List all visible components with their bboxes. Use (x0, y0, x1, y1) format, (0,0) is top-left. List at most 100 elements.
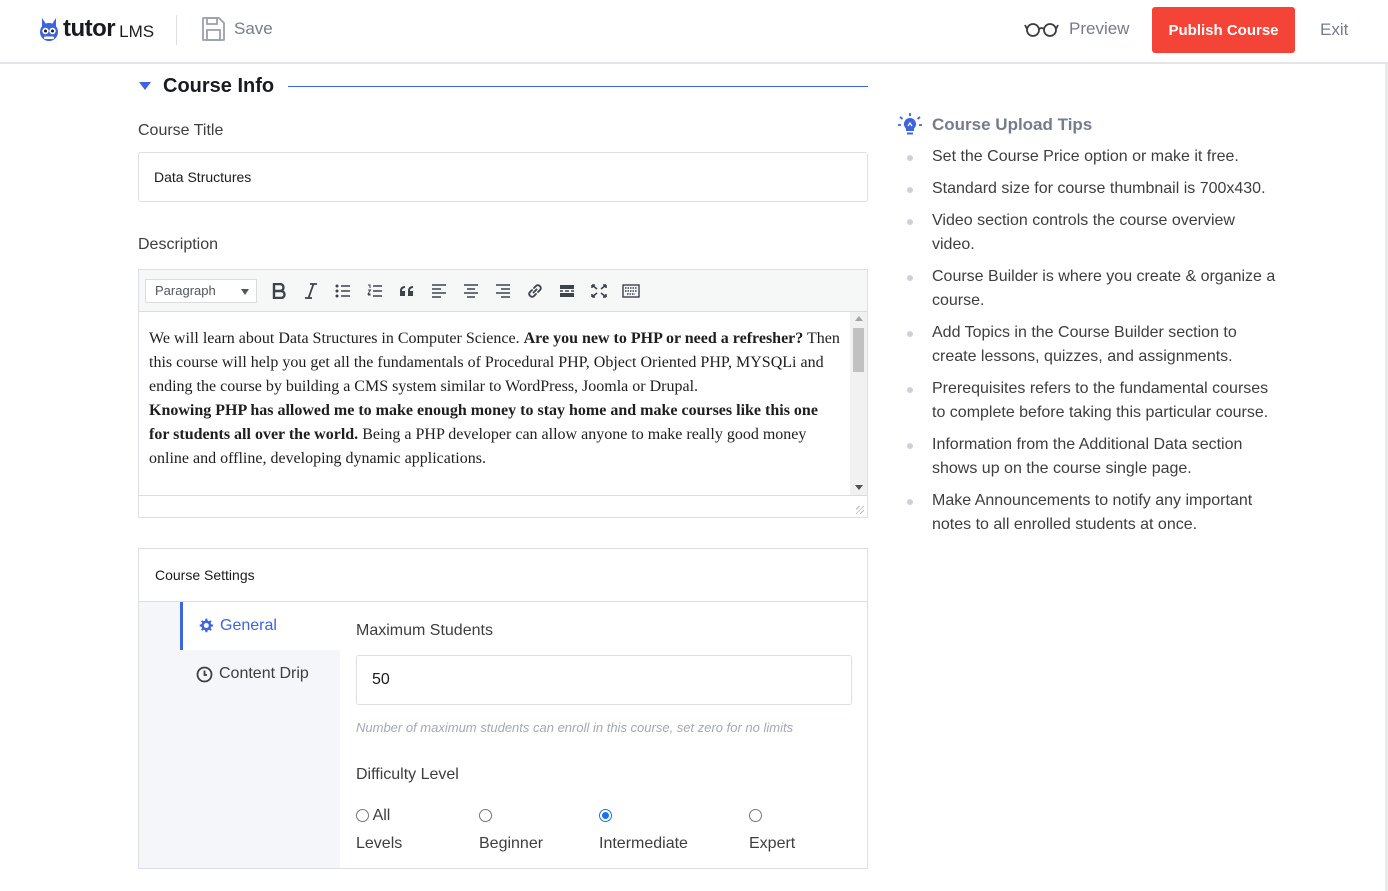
italic-button[interactable] (295, 277, 327, 305)
top-bar: tutor LMS Save Preview Publish Course Ex… (0, 0, 1388, 64)
preview-label: Preview (1069, 19, 1130, 38)
resize-handle-icon[interactable] (856, 506, 864, 514)
fullscreen-button[interactable] (583, 277, 615, 305)
tips-list: Set the Course Price option or make it f… (898, 145, 1278, 537)
format-select[interactable]: Paragraph (145, 278, 257, 303)
tip-item: Standard size for course thumbnail is 70… (898, 177, 1278, 201)
course-settings-title: Course Settings (139, 549, 867, 602)
radio-label: All (372, 807, 391, 824)
tip-item: Make Announcements to notify any importa… (898, 489, 1278, 537)
toolbar-toggle-button[interactable] (615, 277, 647, 305)
settings-tab-list: General Content Drip (139, 602, 340, 868)
gear-icon (198, 618, 214, 634)
save-label: Save (234, 19, 273, 38)
radio-all-levels[interactable] (356, 809, 369, 823)
header-divider (176, 15, 177, 45)
radio-expert[interactable] (749, 809, 762, 823)
align-left-icon (432, 283, 446, 298)
description-editor: Paragraph We will learn about Data Struc… (138, 269, 868, 518)
align-right-button[interactable] (487, 277, 519, 305)
editor-paragraph: We will learn about Data Structures in C… (149, 327, 841, 399)
description-label: Description (138, 236, 219, 253)
editor-content[interactable]: We will learn about Data Structures in C… (139, 312, 851, 495)
lightbulb-icon (898, 113, 922, 135)
tab-general-label: General (220, 617, 277, 634)
italic-icon (305, 282, 317, 299)
tip-item: Course Builder is where you create & org… (898, 265, 1278, 313)
tip-item: Add Topics in the Course Builder section… (898, 321, 1278, 369)
scroll-up-icon[interactable] (855, 316, 863, 321)
max-students-hint: Number of maximum students can enroll in… (356, 720, 794, 735)
read-more-button[interactable] (551, 277, 583, 305)
tab-content-drip[interactable]: Content Drip (180, 650, 340, 698)
align-left-button[interactable] (423, 277, 455, 305)
radio-label: Beginner (479, 835, 544, 852)
read-more-icon (560, 284, 574, 297)
tip-item: Set the Course Price option or make it f… (898, 145, 1278, 169)
tab-general[interactable]: General (180, 602, 340, 650)
editor-toolbar: Paragraph (139, 270, 867, 312)
blockquote-button[interactable] (391, 277, 423, 305)
tab-content-drip-label: Content Drip (219, 665, 309, 682)
fullscreen-icon (591, 283, 607, 298)
quote-icon (400, 285, 413, 296)
tips-title: Course Upload Tips (932, 115, 1093, 134)
course-upload-tips: Course Upload Tips Set the Course Price … (898, 113, 1278, 545)
editor-paragraph: Knowing PHP has allowed me to make enoug… (149, 399, 841, 471)
collapse-caret-icon[interactable] (139, 82, 151, 90)
tip-item: Prerequisites refers to the fundamental … (898, 377, 1278, 425)
course-info-header[interactable]: Course Info (138, 73, 868, 99)
radio-intermediate[interactable] (599, 809, 612, 823)
difficulty-expert[interactable]: Expert (749, 802, 795, 858)
numbered-list-icon (367, 284, 382, 297)
section-divider (288, 85, 868, 87)
preview-button[interactable]: Preview (1024, 19, 1129, 39)
max-students-label: Maximum Students (356, 622, 493, 639)
editor-text: We will learn about Data Structures in C… (149, 330, 524, 347)
publish-course-button[interactable]: Publish Course (1152, 7, 1295, 53)
course-title-input[interactable]: Data Structures (138, 152, 868, 202)
radio-label: Intermediate (599, 835, 688, 852)
settings-general-content: Maximum Students 50 Number of maximum st… (340, 602, 867, 868)
course-settings-panel: Course Settings General Content Drip Max… (138, 548, 868, 869)
align-center-icon (464, 283, 478, 298)
tip-item: Video section controls the course overvi… (898, 209, 1278, 257)
difficulty-all-levels[interactable]: All Levels (356, 802, 402, 858)
bold-icon (272, 282, 286, 299)
course-title-label: Course Title (138, 122, 224, 139)
insert-link-button[interactable] (519, 277, 551, 305)
format-select-value: Paragraph (155, 282, 216, 298)
keyboard-icon (622, 283, 640, 298)
tips-header: Course Upload Tips (898, 113, 1278, 137)
radio-label: Expert (749, 835, 796, 852)
difficulty-beginner[interactable]: Beginner (479, 802, 543, 858)
link-icon (528, 283, 542, 298)
owl-logo-icon (40, 18, 58, 41)
logo-wordmark: tutor (63, 15, 116, 42)
numbered-list-button[interactable] (359, 277, 391, 305)
scroll-thumb[interactable] (853, 328, 864, 372)
exit-button[interactable]: Exit (1320, 20, 1348, 40)
clock-icon (196, 666, 213, 683)
floppy-disk-icon (202, 17, 225, 41)
tip-item: Information from the Additional Data sec… (898, 433, 1278, 481)
max-students-input[interactable]: 50 (356, 655, 852, 705)
save-button[interactable]: Save (200, 16, 273, 42)
tutor-lms-logo[interactable]: tutor LMS (38, 15, 154, 43)
editor-scrollbar[interactable] (850, 312, 867, 495)
editor-statusbar (139, 495, 867, 517)
glasses-icon (1024, 23, 1059, 37)
radio-beginner[interactable] (479, 809, 492, 823)
difficulty-intermediate[interactable]: Intermediate (599, 802, 688, 858)
align-center-button[interactable] (455, 277, 487, 305)
chevron-down-icon (241, 288, 249, 295)
bullet-list-button[interactable] (327, 277, 359, 305)
editor-bold-text: Are you new to PHP or need a refresher? (523, 330, 804, 347)
logo-suffix: LMS (119, 21, 155, 41)
bold-button[interactable] (263, 277, 295, 305)
section-title: Course Info (163, 74, 275, 97)
scroll-down-icon[interactable] (855, 485, 863, 490)
bullet-list-icon (335, 284, 350, 297)
radio-label: Levels (356, 835, 403, 852)
difficulty-level-label: Difficulty Level (356, 766, 459, 783)
